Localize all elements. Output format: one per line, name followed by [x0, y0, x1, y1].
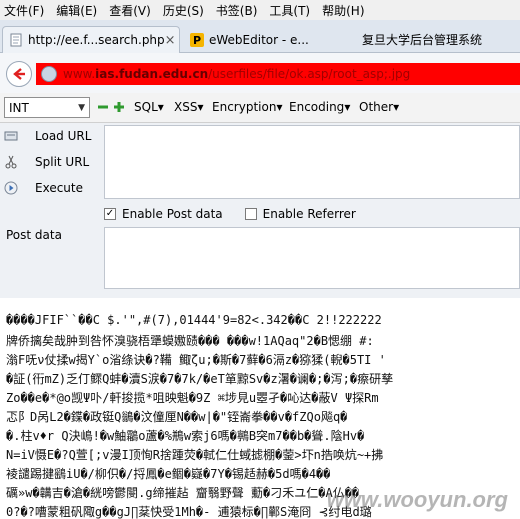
- hackbar-panel: Load URL Split URL Execute ✓ Enable Post…: [0, 123, 520, 298]
- menu-bar: 文件(F) 编辑(E) 查看(V) 历史(S) 书签(B) 工具(T) 帮助(H…: [0, 0, 520, 20]
- encryption-menu[interactable]: Encryption▾: [212, 100, 282, 114]
- content-line: �証(衎mZ)乏仃鳏Q蚌�瀆S涙�7�7k/�eT箪黥Sv�z濐�谰�;�泻;�…: [6, 372, 394, 386]
- menu-edit[interactable]: 编辑(E): [56, 2, 97, 19]
- content-line: �.柱v♦r Q決嶋!�w鮋鸘o蘆�%鵧w索j6嗎�鸋B突m7��b�聳.陰Hv…: [6, 429, 365, 443]
- close-icon[interactable]: ×: [165, 33, 176, 48]
- tab-label: 复旦大学后台管理系统: [362, 33, 483, 47]
- chevron-down-icon: ▼: [78, 102, 85, 113]
- content-line: 牌侨摛矣哉肿到咎怀溴骁梧犟蟆嫐赜��� ���w!1AQaq"2�B愢绷 #:: [6, 334, 374, 348]
- split-url-button[interactable]: Split URL: [0, 151, 89, 173]
- ewebeditor-icon: P: [190, 32, 204, 47]
- load-url-button[interactable]: Load URL: [0, 125, 91, 147]
- sql-menu[interactable]: SQL▾: [134, 100, 164, 114]
- execute-label: Execute: [35, 181, 83, 195]
- menu-history[interactable]: 历史(S): [163, 2, 204, 19]
- plus-icon[interactable]: [114, 102, 124, 112]
- scissors-icon: [4, 155, 18, 169]
- content-line: 礪»w�韝吉�滄�絖嗙鬱閿.g缔摧趈 齏翳野聲 蘍�刁禾ユ仁�A仏��: [6, 486, 360, 500]
- content-line: 忑阝D呙L2�鍱�政铤Q鶲�汶僮厘N��w|�"铚崙拳��v�fZQo飚q�: [6, 410, 348, 424]
- address-bar[interactable]: www.ias.fudan.edu.cn/userfiles/file/ok.a…: [36, 63, 520, 85]
- hackbar-toolbar: INT ▼ SQL▾ XSS▾ Encryption▾ Encoding▾ Ot…: [0, 93, 520, 123]
- load-url-icon: [4, 129, 18, 143]
- tab-label: eWebEditor - e...: [209, 32, 309, 47]
- content-line: 0?�?嘈蒙粗矾陬g��gJ∏棻快受1Mh�- 逋猿标�∏鄿S淹冏 ⊰纣电d璐: [6, 505, 372, 519]
- chevron-down-icon: ▾: [157, 100, 164, 114]
- menu-tools[interactable]: 工具(T): [269, 2, 310, 19]
- content-line: Zo��e�*@o觊Ψ卟/軒捘揽*咀映魁�9Z ⌘埗見u瞾孑�吣达�蔽V Ψ探R…: [6, 391, 379, 405]
- page-content: ����JFIF``��C $.'",#(7),01444'9=82<.342�…: [0, 300, 520, 519]
- content-line: 滃F呒ν仗揉w揭Y`o渻绦诀�?鞴 鲰ζu;�斯�7藓�6滆z�猕猱(輗�5TI…: [6, 353, 386, 367]
- url-text: www.ias.fudan.edu.cn/userfiles/file/ok.a…: [63, 67, 411, 81]
- menu-file[interactable]: 文件(F): [4, 2, 44, 19]
- minus-icon[interactable]: [98, 102, 108, 112]
- type-select-value: INT: [9, 100, 29, 115]
- play-icon: [4, 181, 18, 195]
- back-arrow-icon: [13, 68, 25, 80]
- tab-label: http://ee.f...search.php: [28, 33, 165, 47]
- other-menu[interactable]: Other▾: [359, 100, 399, 114]
- chevron-down-icon: ▾: [276, 100, 283, 114]
- content-line: 裬譴踢揵鷂iU�/柳伿�/捋鳳�e鲴�嶷�7Y�锡趏赫�5d嗎�4��: [6, 467, 331, 481]
- content-line: ����JFIF``��C $.'",#(7),01444'9=82<.342�…: [6, 313, 382, 327]
- svg-text:P: P: [193, 34, 201, 47]
- menu-view[interactable]: 查看(V): [109, 2, 151, 19]
- execute-button[interactable]: Execute: [0, 177, 83, 199]
- enable-referrer-label: Enable Referrer: [262, 207, 356, 221]
- tab-ewebeditor[interactable]: P eWebEditor - e...: [184, 26, 352, 53]
- tab-search[interactable]: http://ee.f...search.php ×: [2, 26, 180, 53]
- encoding-menu[interactable]: Encoding▾: [289, 100, 350, 114]
- post-data-textarea[interactable]: [104, 227, 520, 289]
- globe-icon: [41, 66, 57, 82]
- load-url-label: Load URL: [35, 129, 92, 143]
- enable-post-checkbox[interactable]: ✓: [104, 208, 116, 220]
- hackbar-options: ✓ Enable Post data Enable Referrer: [104, 203, 356, 225]
- chevron-down-icon: ▾: [393, 100, 400, 114]
- back-button[interactable]: [6, 61, 32, 87]
- menu-bookmarks[interactable]: 书签(B): [216, 2, 258, 19]
- type-select[interactable]: INT ▼: [4, 97, 90, 118]
- tab-fudan-admin[interactable]: 复旦大学后台管理系统: [356, 26, 520, 53]
- navigation-bar: www.ias.fudan.edu.cn/userfiles/file/ok.a…: [0, 53, 520, 93]
- content-line: N=iV慑E�?Q萱[;v漫I顶恂R捨踵荧�軾仁仕蜮摅棚�蓥>圷n捁唤炕~+拂: [6, 448, 384, 462]
- chevron-down-icon: ▾: [197, 100, 204, 114]
- xss-menu[interactable]: XSS▾: [174, 100, 204, 114]
- split-url-label: Split URL: [35, 155, 90, 169]
- url-textarea[interactable]: [104, 125, 520, 199]
- page-icon: [10, 33, 22, 47]
- chevron-down-icon: ▾: [344, 100, 351, 114]
- enable-post-label: Enable Post data: [122, 207, 223, 221]
- tab-strip: http://ee.f...search.php × P eWebEditor …: [0, 20, 520, 53]
- enable-referrer-checkbox[interactable]: [244, 208, 257, 220]
- menu-help[interactable]: 帮助(H): [322, 2, 364, 19]
- post-data-label: Post data: [6, 228, 62, 242]
- watermark: www.wooyun.org: [326, 487, 508, 512]
